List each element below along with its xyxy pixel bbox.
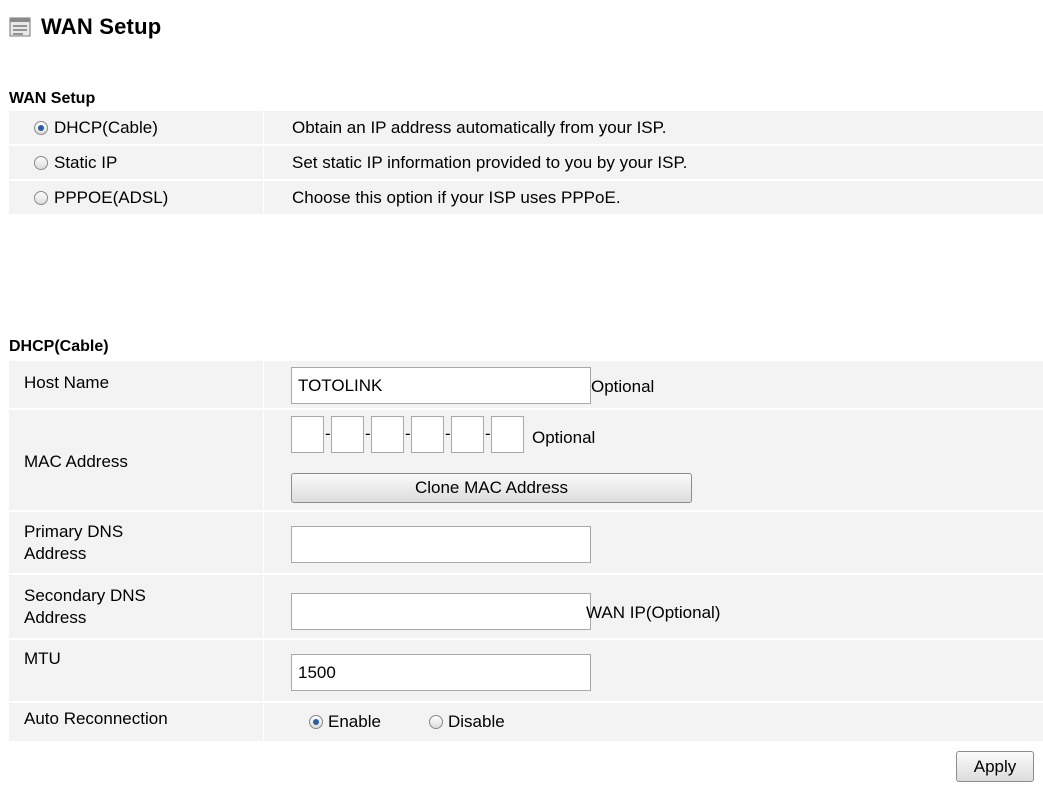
dhcp-section-title: DHCP(Cable)	[9, 338, 109, 355]
secondary-dns-label-line2: Address	[24, 608, 87, 627]
pppoe-radio-option[interactable]: PPPOE(ADSL)	[34, 188, 168, 208]
wan-section-title: WAN Setup	[9, 90, 96, 107]
secondary-dns-hint: WAN IP(Optional)	[586, 603, 721, 622]
mac-separator: -	[405, 424, 411, 443]
secondary-dns-label-line1: Secondary DNS	[24, 586, 146, 605]
host-name-label: Host Name	[24, 373, 110, 392]
host-name-input[interactable]: TOTOLINK	[291, 367, 591, 404]
disable-radio[interactable]	[429, 715, 443, 729]
apply-button[interactable]: Apply	[956, 751, 1034, 782]
dhcp-radio-label: DHCP(Cable)	[54, 117, 158, 137]
mac-address-label: MAC Address	[24, 452, 128, 471]
mac-octet-1-input[interactable]	[291, 416, 324, 453]
static-ip-radio[interactable]	[34, 155, 48, 170]
mac-separator: -	[485, 424, 491, 443]
dhcp-radio-option[interactable]: DHCP(Cable)	[34, 118, 158, 138]
document-icon	[9, 17, 31, 37]
enable-radio-label: Enable	[328, 712, 381, 731]
secondary-dns-input[interactable]	[291, 593, 591, 630]
wan-option-dhcp-row: DHCP(Cable) Obtain an IP address automat…	[9, 111, 1043, 145]
auto-reconnection-label: Auto Reconnection	[24, 709, 168, 728]
mac-octet-4-input[interactable]	[411, 416, 444, 453]
primary-dns-label-line1: Primary DNS	[24, 522, 124, 541]
mac-address-hint: Optional	[532, 428, 596, 447]
mac-octet-6-input[interactable]	[491, 416, 524, 453]
wan-option-static-row: Static IP Set static IP information prov…	[9, 146, 1043, 180]
primary-dns-row: Primary DNS Address	[9, 512, 1043, 574]
auto-reconnection-row: Auto Reconnection Enable Disable	[9, 703, 1043, 742]
primary-dns-label-line2: Address	[24, 544, 87, 563]
dhcp-description: Obtain an IP address automatically from …	[292, 117, 667, 137]
mac-separator: -	[445, 424, 451, 443]
page-title: WAN Setup	[41, 14, 162, 39]
wan-option-pppoe-row: PPPOE(ADSL) Choose this option if your I…	[9, 181, 1043, 215]
host-name-hint: Optional	[591, 377, 655, 396]
page-header: WAN Setup	[9, 12, 161, 42]
secondary-dns-row: Secondary DNS Address WAN IP(Optional)	[9, 575, 1043, 639]
mac-octet-3-input[interactable]	[371, 416, 404, 453]
mac-separator: -	[365, 424, 371, 443]
static-ip-radio-option[interactable]: Static IP	[34, 153, 117, 173]
clone-mac-address-button[interactable]: Clone MAC Address	[291, 473, 692, 503]
primary-dns-input[interactable]	[291, 526, 591, 563]
disable-radio-label: Disable	[448, 712, 505, 731]
static-ip-radio-label: Static IP	[54, 152, 118, 172]
mtu-label: MTU	[24, 649, 61, 668]
mtu-row: MTU 1500	[9, 640, 1043, 702]
mac-octet-2-input[interactable]	[331, 416, 364, 453]
pppoe-radio[interactable]	[34, 190, 48, 205]
static-ip-description: Set static IP information provided to yo…	[292, 152, 688, 172]
enable-radio[interactable]	[309, 715, 323, 729]
mtu-input[interactable]: 1500	[291, 654, 591, 691]
pppoe-radio-label: PPPOE(ADSL)	[54, 187, 169, 207]
mac-address-row: MAC Address - - - - - Optional Clone MAC…	[9, 410, 1043, 511]
enable-radio-option[interactable]: Enable	[309, 712, 381, 732]
mac-octet-5-input[interactable]	[451, 416, 484, 453]
mac-separator: -	[325, 424, 331, 443]
host-name-row: Host Name TOTOLINK Optional	[9, 361, 1043, 409]
dhcp-radio[interactable]	[34, 120, 48, 135]
disable-radio-option[interactable]: Disable	[429, 712, 505, 732]
pppoe-description: Choose this option if your ISP uses PPPo…	[292, 187, 621, 207]
